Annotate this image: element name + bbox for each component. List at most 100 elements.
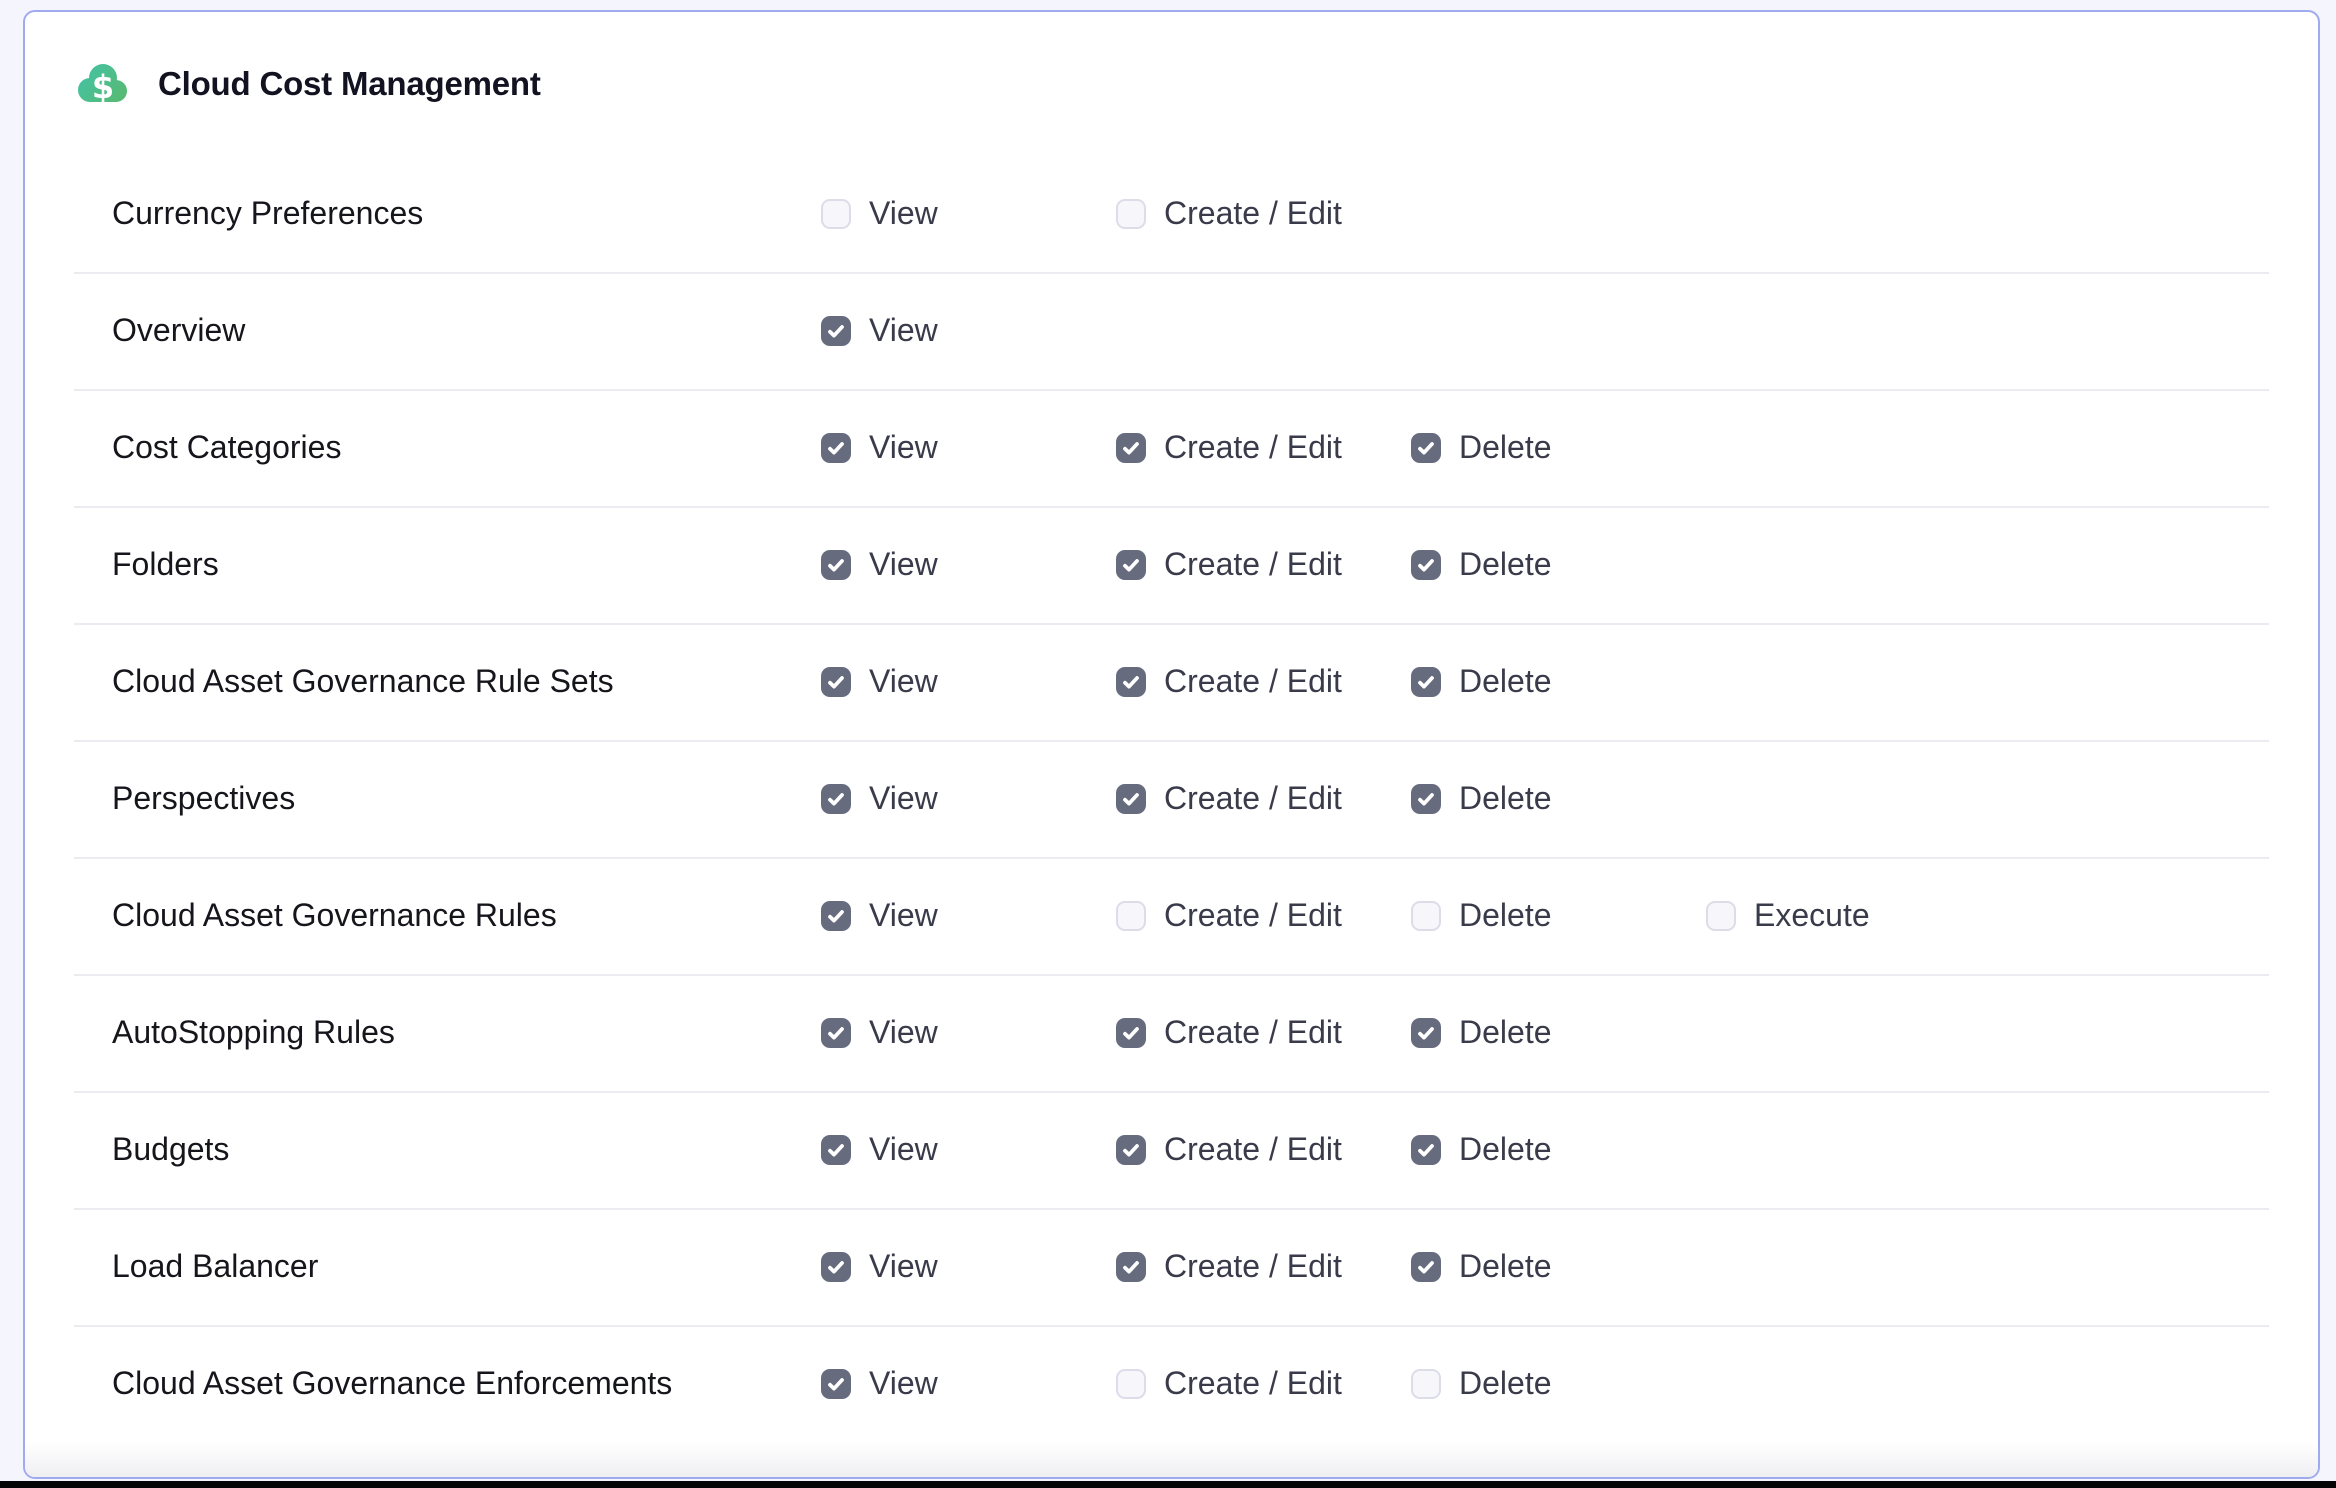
permission-cells: ViewCreate / EditDelete <box>821 546 1706 583</box>
unchecked-checkbox[interactable] <box>1116 199 1146 229</box>
resource-name: Perspectives <box>112 780 821 817</box>
permission-cells: ViewCreate / EditDelete <box>821 1014 1706 1051</box>
permission-label: Create / Edit <box>1164 195 1342 232</box>
checked-checkbox[interactable] <box>821 784 851 814</box>
unchecked-checkbox[interactable] <box>821 199 851 229</box>
permission-label: View <box>869 1365 938 1402</box>
checked-checkbox[interactable] <box>1116 784 1146 814</box>
checkmark-icon <box>1416 555 1436 575</box>
permission-label: Create / Edit <box>1164 1014 1342 1051</box>
checked-checkbox[interactable] <box>821 1135 851 1165</box>
checked-checkbox[interactable] <box>1116 1018 1146 1048</box>
permission-label: Delete <box>1459 663 1552 700</box>
permission-cell: Delete <box>1411 663 1706 700</box>
checked-checkbox[interactable] <box>1116 667 1146 697</box>
checkmark-icon <box>1416 1140 1436 1160</box>
checkmark-icon <box>826 672 846 692</box>
permission-cell: View <box>821 663 1116 700</box>
permission-label: Create / Edit <box>1164 1131 1342 1168</box>
permission-row: Cloud Asset Governance Enforcements View… <box>25 1325 2318 1442</box>
permission-row: Folders ViewCreate / EditDelete <box>25 506 2318 623</box>
permission-row: Budgets ViewCreate / EditDelete <box>25 1091 2318 1208</box>
permission-cell: Create / Edit <box>1116 663 1411 700</box>
checkmark-icon <box>1121 1023 1141 1043</box>
checked-checkbox[interactable] <box>1116 1252 1146 1282</box>
permission-cell: View <box>821 546 1116 583</box>
checked-checkbox[interactable] <box>1411 1018 1441 1048</box>
checked-checkbox[interactable] <box>821 1252 851 1282</box>
checked-checkbox[interactable] <box>821 433 851 463</box>
permission-label: Create / Edit <box>1164 429 1342 466</box>
permission-cells: ViewCreate / Edit <box>821 195 1411 232</box>
permission-row: Load Balancer ViewCreate / EditDelete <box>25 1208 2318 1325</box>
checked-checkbox[interactable] <box>821 901 851 931</box>
permission-label: Delete <box>1459 780 1552 817</box>
permission-cells: View Create / Edit Delete <box>821 663 1706 700</box>
checkmark-icon <box>1121 1140 1141 1160</box>
checkmark-icon <box>826 1374 846 1394</box>
permission-cell: Create / Edit <box>1116 429 1411 466</box>
checked-checkbox[interactable] <box>821 1369 851 1399</box>
checkmark-icon <box>1416 1257 1436 1277</box>
module-header: $ Cloud Cost Management <box>25 12 2318 155</box>
checkmark-icon <box>826 906 846 926</box>
permission-label: View <box>869 312 938 349</box>
checked-checkbox[interactable] <box>1116 550 1146 580</box>
unchecked-checkbox[interactable] <box>1116 901 1146 931</box>
permission-row: Cost Categories ViewCreate / EditDelete <box>25 389 2318 506</box>
resource-name: Overview <box>112 312 821 349</box>
checked-checkbox[interactable] <box>1411 1252 1441 1282</box>
permission-cells: View Create / Edit Delete <box>821 1131 1706 1168</box>
permission-cell: Delete <box>1411 429 1706 466</box>
permission-cell: Delete <box>1411 780 1706 817</box>
checked-checkbox[interactable] <box>1411 550 1441 580</box>
permission-cell: Delete <box>1411 546 1706 583</box>
permission-cell: View <box>821 780 1116 817</box>
permission-row: Overview View <box>25 272 2318 389</box>
checkmark-icon <box>1416 1023 1436 1043</box>
resource-name: Cloud Asset Governance Rules <box>112 897 821 934</box>
resource-name: Cloud Asset Governance Rule Sets <box>112 663 821 700</box>
permission-cell: Delete <box>1411 1248 1706 1285</box>
permission-cells: View <box>821 312 1116 349</box>
permission-cell: View <box>821 312 1116 349</box>
permission-label: View <box>869 1248 938 1285</box>
unchecked-checkbox[interactable] <box>1116 1369 1146 1399</box>
checked-checkbox[interactable] <box>1116 433 1146 463</box>
permission-cells: ViewCreate / EditDelete <box>821 780 1706 817</box>
permission-cell: View <box>821 1365 1116 1402</box>
permission-row: Cloud Asset Governance Rules ViewCreate … <box>25 857 2318 974</box>
checkmark-icon <box>826 321 846 341</box>
checkmark-icon <box>1121 672 1141 692</box>
permission-cells: View Create / Edit Delete <box>821 1365 1706 1402</box>
permission-cell: View <box>821 1248 1116 1285</box>
permission-label: View <box>869 663 938 700</box>
checkmark-icon <box>826 1140 846 1160</box>
checked-checkbox[interactable] <box>1411 667 1441 697</box>
permission-label: View <box>869 429 938 466</box>
checked-checkbox[interactable] <box>821 316 851 346</box>
resource-name: Currency Preferences <box>112 195 821 232</box>
checkmark-icon <box>826 1023 846 1043</box>
permissions-card: $ Cloud Cost Management Currency Prefere… <box>23 10 2320 1479</box>
permission-label: Delete <box>1459 1131 1552 1168</box>
checked-checkbox[interactable] <box>821 1018 851 1048</box>
permission-cell: Delete <box>1411 1365 1706 1402</box>
permission-label: Create / Edit <box>1164 1365 1342 1402</box>
checkmark-icon <box>1121 789 1141 809</box>
permission-row: Currency Preferences ViewCreate / Edit <box>25 155 2318 272</box>
unchecked-checkbox[interactable] <box>1411 901 1441 931</box>
checked-checkbox[interactable] <box>1116 1135 1146 1165</box>
bottom-fade <box>25 1442 2318 1477</box>
checked-checkbox[interactable] <box>1411 1135 1441 1165</box>
checked-checkbox[interactable] <box>1411 784 1441 814</box>
checkmark-icon <box>1121 1257 1141 1277</box>
checked-checkbox[interactable] <box>821 667 851 697</box>
checked-checkbox[interactable] <box>821 550 851 580</box>
checkmark-icon <box>826 555 846 575</box>
checked-checkbox[interactable] <box>1411 433 1441 463</box>
unchecked-checkbox[interactable] <box>1706 901 1736 931</box>
unchecked-checkbox[interactable] <box>1411 1369 1441 1399</box>
permission-label: View <box>869 1131 938 1168</box>
permission-label: Execute <box>1754 897 1870 934</box>
